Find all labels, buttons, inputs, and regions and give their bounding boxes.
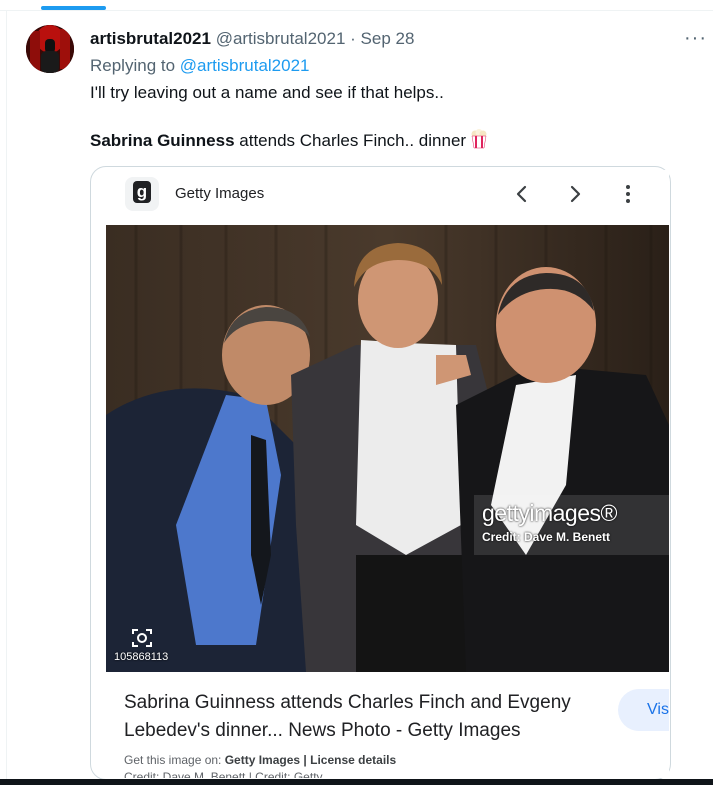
more-vertical-icon[interactable] xyxy=(616,182,640,206)
bold-name: Sabrina Guinness xyxy=(90,131,235,150)
result-title[interactable]: Sabrina Guinness attends Charles Finch a… xyxy=(124,689,604,745)
tweet-date[interactable]: Sep 28 xyxy=(361,29,415,48)
lens-search-icon[interactable] xyxy=(130,626,154,650)
photo-illustration xyxy=(106,225,669,672)
visit-button[interactable]: Visit xyxy=(618,689,669,731)
getty-logo-icon: g xyxy=(125,177,159,211)
bottom-edge-bar xyxy=(0,779,713,785)
popcorn-icon xyxy=(470,129,488,155)
user-handle[interactable]: @artisbrutal2021 xyxy=(216,29,346,48)
separator-dot: · xyxy=(350,29,356,48)
avatar[interactable] xyxy=(26,25,74,73)
getty-watermark-logo: gettyimages® xyxy=(482,500,617,526)
info-separator: | xyxy=(300,753,311,767)
photo-credit: Credit: Dave M. Benett xyxy=(482,530,611,544)
tweet-text-rest: attends Charles Finch.. dinner xyxy=(234,131,467,150)
get-image-prefix: Get this image on: xyxy=(124,753,225,767)
embedded-screenshot[interactable]: g Getty Images gettyimages® Credit: Dave… xyxy=(106,170,669,778)
get-image-source[interactable]: Getty Images xyxy=(225,753,300,767)
license-link[interactable]: License details xyxy=(310,753,396,767)
tweet-header: artisbrutal2021 @artisbrutal2021 · Sep 2… xyxy=(90,28,414,50)
lens-top-bar: g Getty Images xyxy=(106,170,669,225)
tweet-text: I'll try leaving out a name and see if t… xyxy=(90,83,444,102)
news-photo[interactable]: gettyimages® Credit: Dave M. Benett 1058… xyxy=(106,225,669,672)
photo-id: 105868113 xyxy=(114,651,169,663)
chevron-left-icon[interactable] xyxy=(510,182,534,206)
tweet-text-line2: Sabrina Guinness attends Charles Finch..… xyxy=(90,129,488,155)
timeline-border xyxy=(6,10,7,785)
credit-line-cutoff: Credit: Dave M. Benett | Credit: Getty..… xyxy=(124,770,332,778)
chevron-right-icon[interactable] xyxy=(563,182,587,206)
replying-to: Replying to @artisbrutal2021 xyxy=(90,55,310,77)
top-divider xyxy=(0,10,713,11)
source-name: Getty Images xyxy=(175,185,265,202)
get-image-info: Get this image on: Getty Images | Licens… xyxy=(124,753,396,767)
replying-to-link[interactable]: @artisbrutal2021 xyxy=(180,56,310,75)
display-name[interactable]: artisbrutal2021 xyxy=(90,29,211,48)
replying-prefix: Replying to xyxy=(90,56,180,75)
more-options-icon[interactable]: ··· xyxy=(684,27,707,50)
